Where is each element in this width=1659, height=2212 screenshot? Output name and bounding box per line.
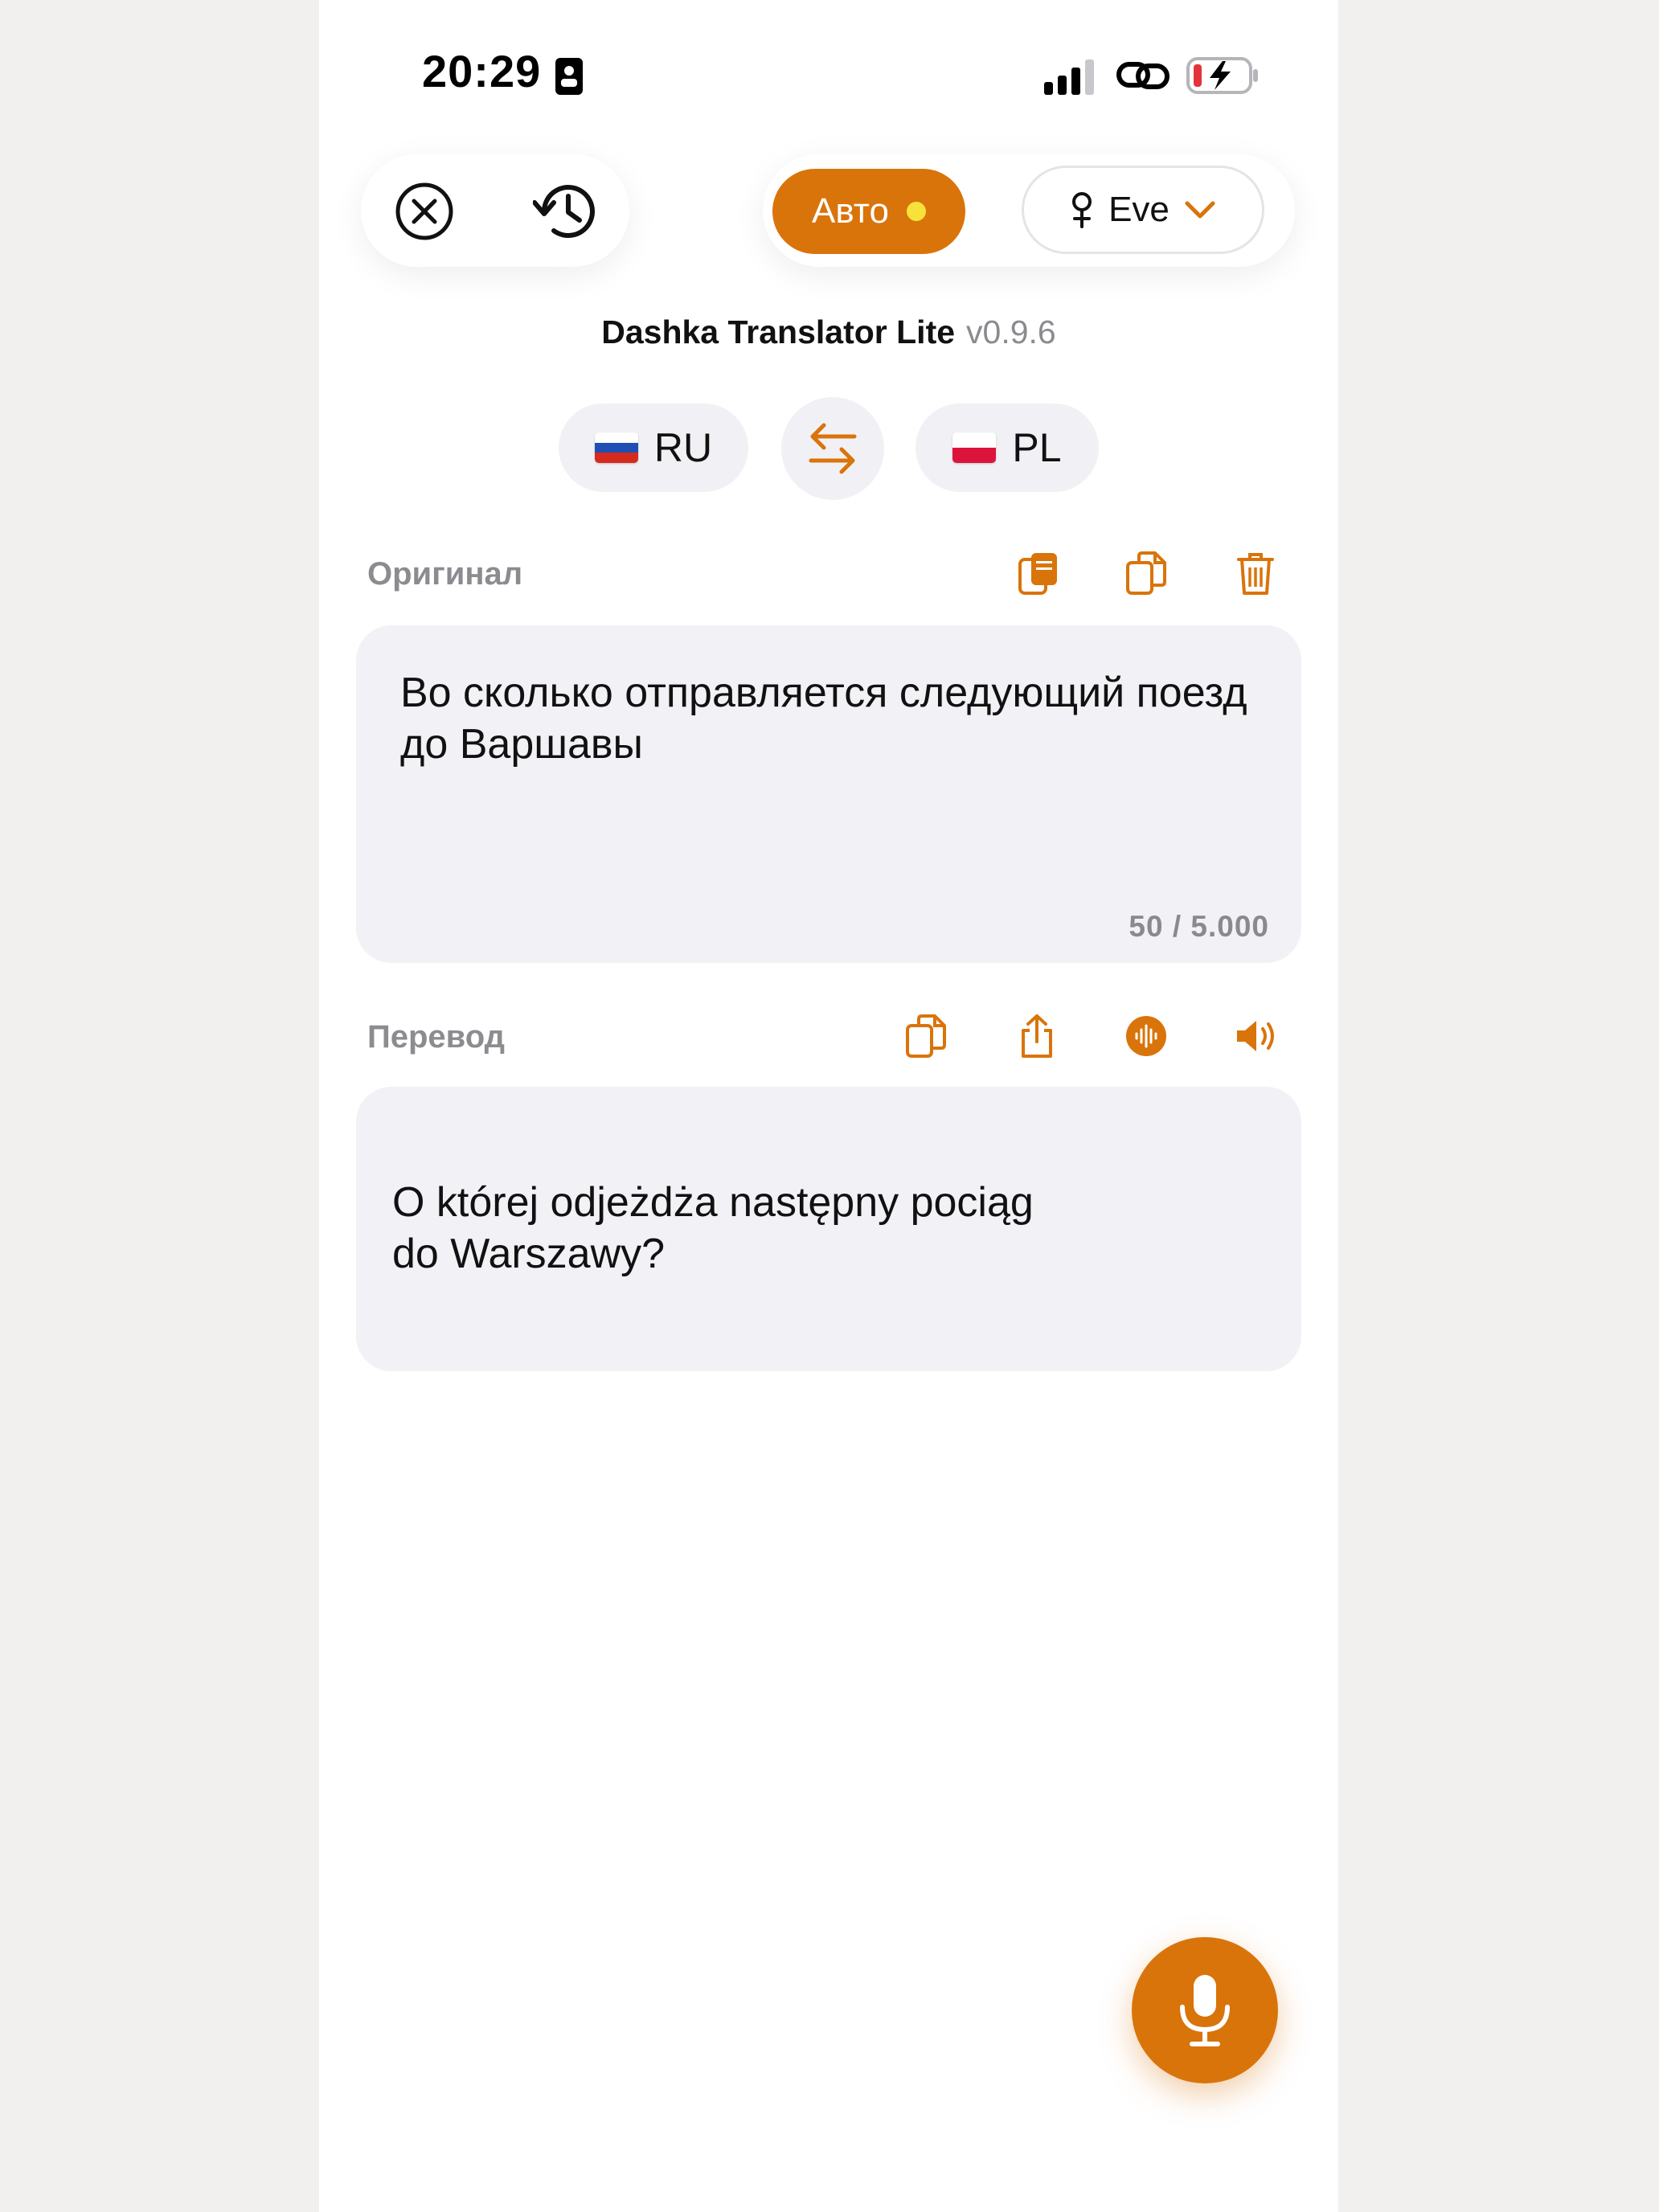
sim-card-icon	[555, 58, 583, 95]
voice-label: Eve	[1108, 190, 1169, 229]
paste-icon[interactable]	[1015, 550, 1062, 596]
app-name: Dashka Translator Lite	[601, 313, 956, 350]
character-counter: 50 / 5.000	[1129, 910, 1269, 943]
microphone-button[interactable]	[1132, 1937, 1278, 2083]
translation-text-box: O której odjeżdża następny pociąg do War…	[356, 1087, 1301, 1371]
source-language-button[interactable]: RU	[559, 403, 748, 492]
translation-text: O której odjeżdża następny pociąg do War…	[392, 1179, 1034, 1277]
swap-arrows-icon	[809, 423, 857, 474]
close-circle-icon[interactable]	[395, 182, 454, 241]
link-icon	[1116, 62, 1169, 89]
trash-icon[interactable]	[1232, 550, 1279, 596]
original-text[interactable]: Во сколько отправляется следующий поезд …	[400, 667, 1252, 770]
top-right-controls: Авто Eve	[763, 154, 1295, 267]
signal-icon	[1044, 59, 1094, 95]
app-version: v0.9.6	[966, 313, 1056, 350]
battery-charging-icon	[1186, 57, 1258, 94]
auto-mode-button[interactable]: Авто	[772, 169, 965, 254]
speaker-icon[interactable]	[1232, 1013, 1279, 1059]
copy-icon[interactable]	[1123, 550, 1169, 596]
copy-translation-icon[interactable]	[903, 1013, 949, 1059]
original-label: Оригинал	[367, 556, 523, 592]
share-icon[interactable]	[1014, 1013, 1060, 1059]
auto-mode-label: Авто	[812, 191, 889, 231]
source-language-label: RU	[653, 425, 713, 470]
voice-select-button[interactable]: Eve	[1022, 166, 1264, 254]
swap-languages-button[interactable]	[781, 397, 884, 500]
target-language-label: PL	[1012, 425, 1062, 470]
microphone-icon	[1180, 1975, 1230, 2046]
target-language-button[interactable]: PL	[916, 403, 1099, 492]
original-text-box[interactable]: Во сколько отправляется следующий поезд …	[356, 625, 1301, 963]
auto-status-dot	[906, 202, 926, 221]
waveform-icon[interactable]	[1123, 1013, 1169, 1059]
top-left-controls	[361, 154, 629, 267]
app-title: Dashka Translator Lite v0.9.6	[319, 313, 1338, 351]
chevron-down-icon	[1185, 201, 1215, 219]
translation-label: Перевод	[367, 1019, 506, 1055]
poland-flag-icon	[952, 432, 997, 463]
app-screen: 20:29 Авто Eve Dashka Translator Lite v0…	[319, 0, 1338, 2212]
status-time: 20:29	[422, 46, 542, 96]
female-icon	[1072, 192, 1092, 228]
russia-flag-icon	[594, 432, 638, 463]
history-icon[interactable]	[533, 178, 599, 244]
